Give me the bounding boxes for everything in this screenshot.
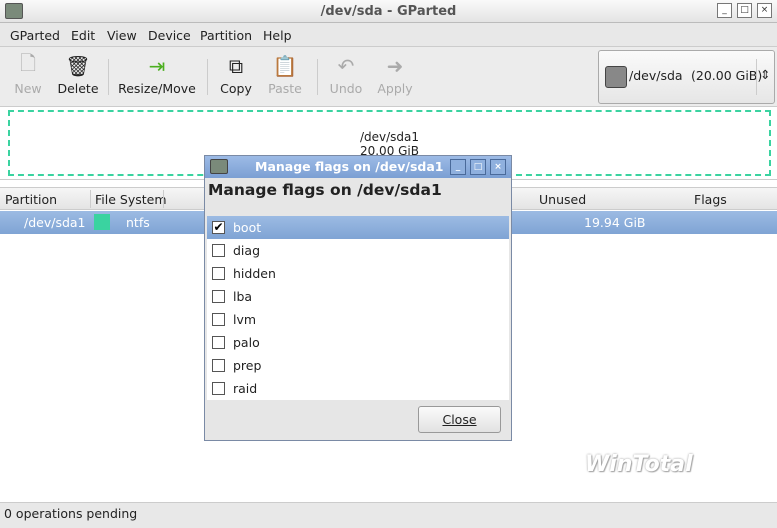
trash-icon: 🗑 bbox=[65, 54, 91, 78]
dialog-title: Manage flags on /dev/sda1 bbox=[255, 159, 444, 174]
col-partition[interactable]: Partition bbox=[5, 192, 57, 207]
flag-item-diag[interactable]: diag bbox=[207, 239, 509, 262]
paste-button[interactable]: 📋 Paste bbox=[266, 53, 304, 96]
close-window-button[interactable]: × bbox=[757, 3, 772, 18]
flag-checkbox[interactable] bbox=[212, 313, 225, 326]
flag-label: lvm bbox=[233, 312, 257, 327]
col-unused[interactable]: Unused bbox=[539, 192, 586, 207]
flag-checkbox[interactable] bbox=[212, 359, 225, 372]
paste-icon: 📋 bbox=[272, 54, 298, 78]
separator bbox=[207, 59, 208, 95]
status-bar: 0 operations pending bbox=[0, 502, 777, 528]
new-file-icon: 🗋 bbox=[19, 51, 37, 75]
row-unused: 19.94 GiB bbox=[584, 215, 646, 230]
flag-checkbox[interactable]: ✔ bbox=[212, 221, 225, 234]
menu-gparted[interactable]: GParted bbox=[10, 28, 60, 43]
flag-item-lba[interactable]: lba bbox=[207, 285, 509, 308]
col-filesystem[interactable]: File System bbox=[95, 192, 167, 207]
separator bbox=[163, 190, 164, 208]
separator bbox=[317, 59, 318, 95]
dialog-maximize-button[interactable]: □ bbox=[470, 159, 486, 175]
close-label: Close bbox=[442, 412, 477, 427]
maximize-button[interactable]: □ bbox=[737, 3, 752, 18]
menu-edit[interactable]: Edit bbox=[71, 28, 95, 43]
menu-bar: GParted Edit View Device Partition Help bbox=[0, 23, 777, 47]
title-bar: /dev/sda - GParted _ □ × bbox=[0, 0, 777, 23]
flag-item-lvm[interactable]: lvm bbox=[207, 308, 509, 331]
flag-checkbox[interactable] bbox=[212, 336, 225, 349]
dialog-minimize-button[interactable]: _ bbox=[450, 159, 466, 175]
resize-arrow-icon: ⇥ bbox=[148, 54, 166, 78]
apply-button[interactable]: ➜ Apply bbox=[376, 53, 414, 96]
undo-button[interactable]: ↶ Undo bbox=[328, 53, 364, 96]
filesystem-color-swatch bbox=[94, 214, 110, 230]
flag-item-boot[interactable]: ✔ boot bbox=[207, 216, 509, 239]
device-name: /dev/sda bbox=[629, 68, 683, 83]
flag-label: diag bbox=[233, 243, 261, 258]
disk-icon bbox=[605, 66, 627, 88]
device-selector[interactable]: /dev/sda (20.00 GiB) ⇕ bbox=[598, 50, 775, 104]
updown-chevron-icon: ⇕ bbox=[760, 67, 771, 82]
apply-icon: ➜ bbox=[386, 54, 404, 78]
separator bbox=[90, 190, 91, 208]
menu-view[interactable]: View bbox=[107, 28, 137, 43]
app-icon bbox=[5, 3, 23, 19]
flag-label: raid bbox=[233, 381, 258, 396]
undo-icon: ↶ bbox=[337, 54, 355, 78]
app-icon bbox=[210, 159, 228, 174]
flag-label: boot bbox=[233, 220, 262, 235]
flag-label: lba bbox=[233, 289, 253, 304]
row-partition: /dev/sda1 bbox=[24, 215, 86, 230]
separator bbox=[108, 59, 109, 95]
flag-label: prep bbox=[233, 358, 262, 373]
copy-icon: ⧉ bbox=[228, 54, 244, 78]
menu-device[interactable]: Device bbox=[148, 28, 191, 43]
window-title: /dev/sda - GParted bbox=[320, 4, 457, 19]
row-filesystem: ntfs bbox=[126, 215, 150, 230]
col-flags[interactable]: Flags bbox=[694, 192, 727, 207]
menu-help[interactable]: Help bbox=[263, 28, 292, 43]
device-size: (20.00 GiB) bbox=[691, 68, 763, 83]
flag-label: hidden bbox=[233, 266, 276, 281]
close-button[interactable]: Close bbox=[418, 406, 501, 433]
map-partition-name: /dev/sda1 bbox=[359, 130, 420, 144]
delete-button[interactable]: 🗑 Delete bbox=[56, 53, 100, 96]
flag-label: palo bbox=[233, 335, 260, 350]
flag-checkbox[interactable] bbox=[212, 244, 225, 257]
dialog-heading: Manage flags on /dev/sda1 bbox=[208, 181, 442, 199]
flag-list: ✔ boot diag hidden lba lvm palo prep raid bbox=[207, 216, 509, 400]
copy-button[interactable]: ⧉ Copy bbox=[218, 53, 254, 96]
new-button[interactable]: 🗋 New bbox=[10, 51, 46, 96]
minimize-button[interactable]: _ bbox=[717, 3, 732, 18]
flag-checkbox[interactable] bbox=[212, 267, 225, 280]
flag-item-raid[interactable]: raid bbox=[207, 377, 509, 400]
flag-item-hidden[interactable]: hidden bbox=[207, 262, 509, 285]
manage-flags-dialog: Manage flags on /dev/sda1 _ □ × Manage f… bbox=[204, 155, 512, 441]
flag-checkbox[interactable] bbox=[212, 382, 225, 395]
separator bbox=[756, 59, 757, 95]
flag-item-palo[interactable]: palo bbox=[207, 331, 509, 354]
watermark: WinTotal bbox=[585, 452, 693, 477]
flag-item-prep[interactable]: prep bbox=[207, 354, 509, 377]
dialog-close-x-button[interactable]: × bbox=[490, 159, 506, 175]
menu-partition[interactable]: Partition bbox=[200, 28, 252, 43]
resize-move-button[interactable]: ⇥ Resize/Move bbox=[118, 53, 196, 96]
flag-checkbox[interactable] bbox=[212, 290, 225, 303]
dialog-title-bar: Manage flags on /dev/sda1 _ □ × bbox=[205, 156, 511, 178]
